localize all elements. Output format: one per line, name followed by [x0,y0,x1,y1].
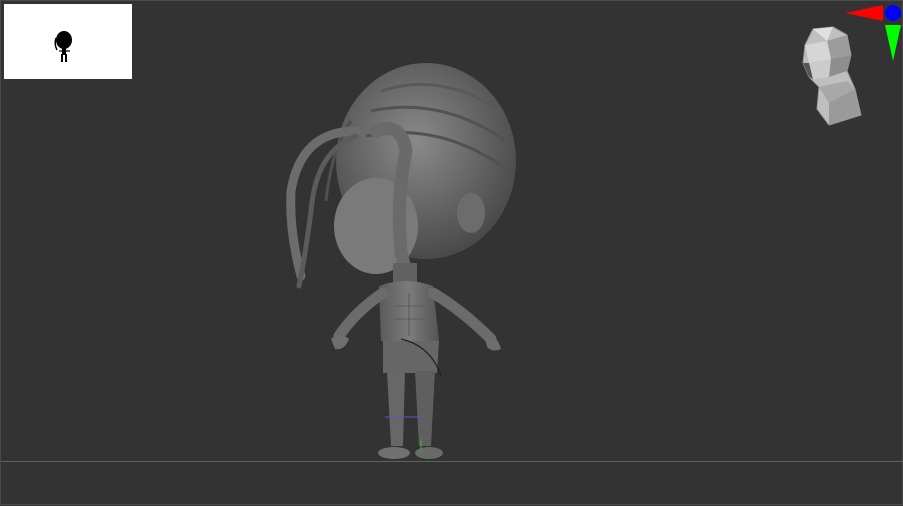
x-axis-arrow[interactable] [845,5,883,21]
3d-viewport[interactable] [0,0,903,505]
axis-gizmo-icon[interactable] [841,1,903,63]
y-axis-arrow[interactable] [885,25,901,61]
chibi-character-model[interactable] [1,1,903,506]
z-axis-dot[interactable] [885,5,901,21]
